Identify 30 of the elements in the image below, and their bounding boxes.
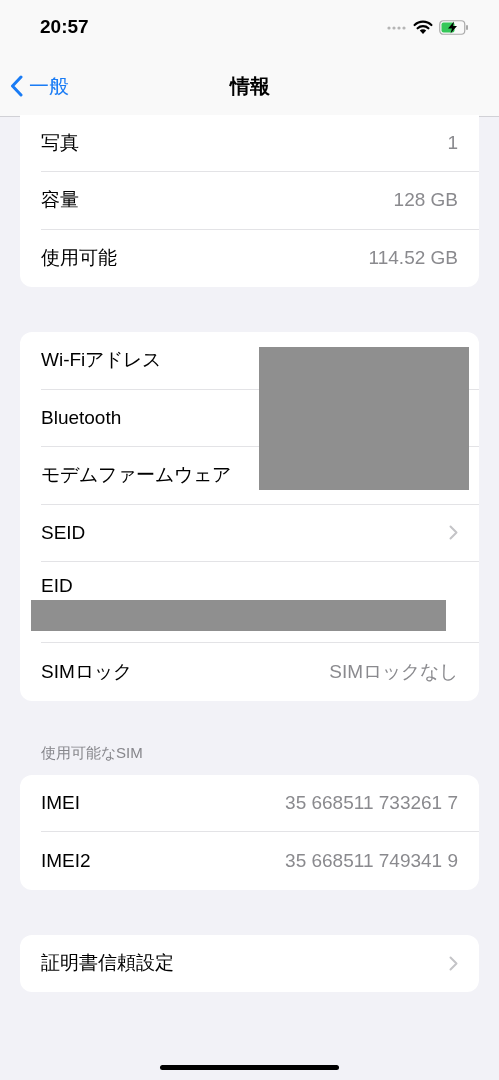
row-label: 写真 [41,130,79,155]
row-value: SIMロックなし [329,659,458,684]
signal-dots-icon [387,25,407,30]
row-label: モデムファームウェア [41,463,231,487]
row-label: IMEI [41,790,81,815]
row-label: EID [41,574,74,598]
row-label: Wi-Fiアドレス [41,348,162,372]
row-label: 容量 [41,188,79,212]
row-label: Bluetooth [41,405,122,430]
row-label: SEID [41,520,86,545]
row-label: SIMロック [41,659,132,684]
row-value: 35 668511 749341 9 [285,848,458,873]
row-value: 114.52 GB [368,246,458,270]
chevron-icon [449,525,458,541]
back-chevron-icon [10,74,23,97]
row-value: 128 GB [393,188,458,212]
status-time: 20:57 [40,15,89,40]
battery-charging-icon [439,20,469,35]
row-value: 35 668511 733261 7 [285,790,458,815]
wifi-icon [413,20,433,35]
settings-row[interactable]: SEID [41,504,479,562]
row-value: 1 [447,130,458,155]
settings-row[interactable]: 証明書信頼設定 [41,934,479,992]
section-header: 使用可能なSIM [41,743,143,761]
back-button[interactable]: 一般 [10,70,69,101]
chevron-icon [449,955,458,971]
nav-title: 情報 [229,73,270,99]
row-label: IMEI2 [41,848,91,873]
row-label: 証明書信頼設定 [41,951,174,975]
row-label: 使用可能 [41,246,117,270]
